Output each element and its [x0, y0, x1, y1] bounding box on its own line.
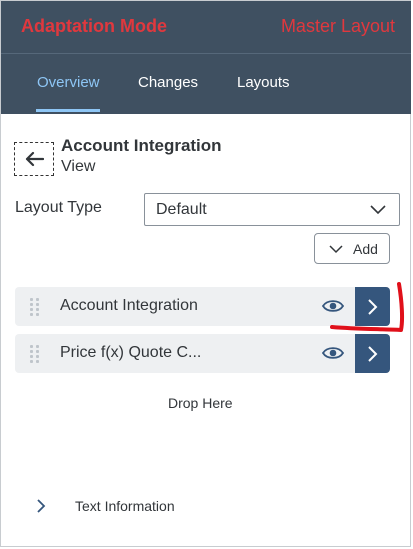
page-title: Account Integration — [61, 136, 222, 155]
chevron-right-icon — [37, 499, 46, 513]
navigate-section-button[interactable] — [355, 287, 390, 326]
chevron-right-icon — [367, 298, 377, 315]
active-tab-indicator — [36, 109, 100, 112]
layout-type-select[interactable]: Default — [144, 193, 400, 226]
app-title: Adaptation Mode — [21, 16, 167, 36]
section-name: Account Integration — [60, 297, 198, 314]
layout-type-value: Default — [156, 201, 207, 218]
drop-zone: Drop Here — [168, 395, 233, 411]
layout-type-label: Layout Type — [15, 199, 102, 216]
eye-icon[interactable] — [322, 345, 344, 361]
navigate-section-button[interactable] — [355, 334, 390, 373]
tab-bar: Overview Changes Layouts — [1, 54, 411, 114]
back-button[interactable] — [14, 142, 54, 176]
tab-changes[interactable]: Changes — [138, 74, 198, 91]
chevron-right-icon — [367, 345, 377, 362]
section-name: Price f(x) Quote C... — [60, 344, 202, 361]
grip-icon[interactable] — [30, 345, 40, 363]
add-button[interactable]: Add — [314, 233, 390, 264]
arrow-left-icon — [25, 151, 44, 167]
page-subtitle: View — [61, 158, 96, 175]
chevron-down-icon — [370, 205, 386, 215]
chevron-down-icon — [329, 245, 343, 254]
section-item[interactable]: Price f(x) Quote C... — [15, 334, 390, 373]
tab-overview[interactable]: Overview — [37, 74, 100, 91]
add-button-label: Add — [353, 241, 378, 257]
shell-header: Adaptation Mode Master Layout — [1, 1, 411, 53]
grip-icon[interactable] — [30, 298, 40, 316]
section-item[interactable]: Account Integration — [15, 287, 390, 326]
tab-layouts[interactable]: Layouts — [237, 74, 290, 91]
text-information-label: Text Information — [75, 498, 175, 514]
layout-mode-label: Master Layout — [280, 16, 395, 36]
eye-icon[interactable] — [322, 298, 344, 314]
